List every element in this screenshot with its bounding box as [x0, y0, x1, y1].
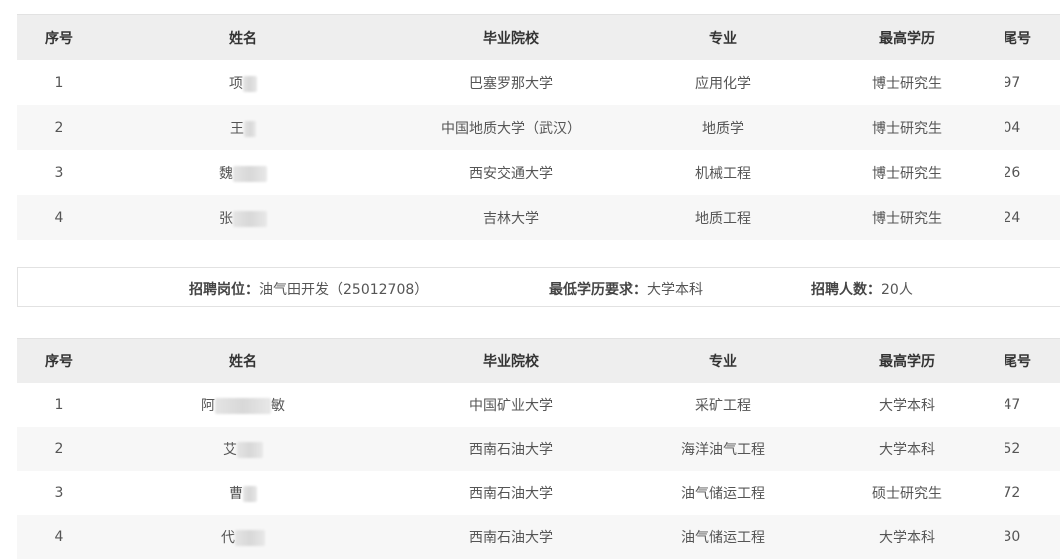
table-row: 4 代 西南石油大学 油气储运工程 大学本科 4330: [17, 515, 1060, 559]
cell-degree: 硕士研究生: [872, 486, 942, 502]
header-no: 序号: [17, 14, 101, 60]
cell-school: 西南石油大学: [385, 515, 637, 559]
cell-phone: 2597: [1005, 74, 1021, 91]
table-row: 2 艾 西南石油大学 海洋油气工程 大学本科 3552: [17, 427, 1060, 471]
table-header-row: 序号 姓名 毕业院校 专业 最高学历 手机尾号: [17, 338, 1060, 383]
header-phone: 手机尾号: [1005, 14, 1060, 60]
candidate-table-2: 序号 姓名 毕业院校 专业 最高学历 手机尾号 1 阿敏 中国矿业大学 采矿工程…: [17, 338, 1060, 559]
table-row: 3 曹 西南石油大学 油气储运工程 硕士研究生 5272: [17, 471, 1060, 515]
cell-no: 4: [17, 195, 101, 240]
redaction-mask: [235, 530, 265, 546]
table-header-row: 序号 姓名 毕业院校 专业 最高学历 手机尾号: [17, 14, 1060, 60]
redaction-mask: [237, 442, 263, 458]
cell-phone: 3552: [1005, 427, 1060, 471]
cell-degree: 博士研究生: [872, 165, 942, 182]
cell-name: 阿敏: [201, 398, 285, 414]
cell-school: 西南石油大学: [385, 427, 637, 471]
header-major: 专业: [637, 14, 809, 60]
header-school: 毕业院校: [385, 338, 637, 383]
cell-school: 西安交通大学: [469, 165, 553, 182]
redaction-mask: [243, 75, 257, 92]
cell-degree: 博士研究生: [809, 105, 1005, 150]
header-name: 姓名: [101, 338, 385, 383]
cell-no: 3: [54, 485, 64, 501]
cell-name: 魏: [101, 150, 385, 195]
hire-count-info: 招聘人数：20人: [811, 282, 913, 298]
header-name: 姓名: [101, 14, 385, 60]
position-info-bar: 招聘岗位：油气田开发（25012708） 最低学历要求：大学本科 招聘人数：20…: [17, 267, 1060, 307]
cell-degree: 大学本科: [879, 398, 935, 414]
header-degree: 最高学历: [809, 14, 1005, 60]
cell-phone: 4330: [1005, 515, 1060, 559]
cell-school: 西南石油大学: [469, 486, 553, 502]
cell-phone: 5272: [1005, 485, 1021, 501]
redaction-mask: [233, 210, 267, 227]
header-phone: 手机尾号: [1005, 338, 1060, 383]
table-row: 2 王 中国地质大学（武汉） 地质学 博士研究生 2004: [17, 105, 1060, 150]
cell-no: 2: [17, 105, 101, 150]
cell-name: 艾: [101, 427, 385, 471]
cell-major: 采矿工程: [695, 398, 751, 414]
cell-school: 吉林大学: [385, 195, 637, 240]
cell-degree: 大学本科: [809, 427, 1005, 471]
table-row: 4 张 吉林大学 地质工程 博士研究生 1024: [17, 195, 1060, 240]
candidate-table-1: 序号 姓名 毕业院校 专业 最高学历 手机尾号 1 项 巴塞罗那大学 应用化学 …: [17, 14, 1060, 240]
cell-degree: 大学本科: [809, 515, 1005, 559]
table-row: 3 魏 西安交通大学 机械工程 博士研究生 9726: [17, 150, 1060, 195]
cell-major: 油气储运工程: [637, 515, 809, 559]
cell-major: 油气储运工程: [681, 486, 765, 502]
page: 序号 姓名 毕业院校 专业 最高学历 手机尾号 1 项 巴塞罗那大学 应用化学 …: [0, 0, 1060, 559]
cell-name: 代: [101, 515, 385, 559]
cell-no: 4: [17, 515, 101, 559]
table-row: 1 阿敏 中国矿业大学 采矿工程 大学本科 5347: [17, 383, 1060, 427]
header-degree: 最高学历: [809, 338, 1005, 383]
cell-name: 张: [101, 195, 385, 240]
cell-major: 机械工程: [695, 165, 751, 182]
header-no: 序号: [17, 338, 101, 383]
cell-no: 1: [54, 397, 64, 413]
min-education-info: 最低学历要求：大学本科: [549, 282, 703, 298]
cell-name: 项: [101, 60, 385, 105]
cell-name: 王: [101, 105, 385, 150]
cell-no: 3: [54, 164, 64, 181]
header-school: 毕业院校: [385, 14, 637, 60]
cell-degree: 博士研究生: [809, 195, 1005, 240]
cell-school: 中国矿业大学: [469, 398, 553, 414]
table-row: 1 项 巴塞罗那大学 应用化学 博士研究生 2597: [17, 60, 1060, 105]
cell-phone: 2004: [1005, 105, 1060, 150]
cell-no: 1: [54, 74, 64, 91]
redaction-mask: [244, 120, 256, 137]
cell-no: 2: [17, 427, 101, 471]
cell-major: 地质工程: [637, 195, 809, 240]
cell-name: 曹: [101, 471, 385, 515]
cell-degree: 博士研究生: [872, 75, 942, 92]
header-major: 专业: [637, 338, 809, 383]
cell-school: 巴塞罗那大学: [469, 75, 553, 92]
cell-phone: 1024: [1005, 195, 1060, 240]
cell-major: 地质学: [637, 105, 809, 150]
cell-phone: 9726: [1005, 164, 1021, 181]
cell-major: 海洋油气工程: [637, 427, 809, 471]
redaction-mask: [233, 165, 267, 182]
cell-major: 应用化学: [695, 75, 751, 92]
redaction-mask: [243, 486, 257, 502]
cell-phone: 5347: [1005, 397, 1021, 413]
cell-school: 中国地质大学（武汉）: [385, 105, 637, 150]
position-info: 招聘岗位：油气田开发（25012708）: [189, 282, 429, 298]
redaction-mask: [215, 398, 271, 414]
